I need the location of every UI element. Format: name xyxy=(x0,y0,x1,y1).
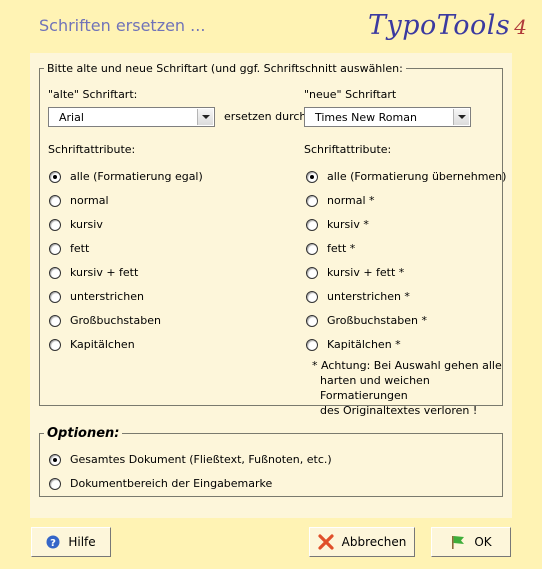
old-font-dropdown-arrow-icon[interactable] xyxy=(197,109,213,125)
radio-label: unterstrichen * xyxy=(327,290,410,303)
radio-button-icon[interactable] xyxy=(306,194,318,207)
help-button[interactable]: ? Hilfe xyxy=(31,527,111,557)
old-font-combobox[interactable]: Arial xyxy=(48,107,215,127)
help-icon: ? xyxy=(46,535,60,549)
new-font-combobox[interactable]: Times New Roman xyxy=(304,107,471,127)
radio-label: Dokumentbereich der Eingabemarke xyxy=(70,477,273,490)
radio-label: Gesamtes Dokument (Fließtext, Fußnoten, … xyxy=(70,453,332,466)
radio-label: Großbuchstaben xyxy=(70,314,161,327)
radio-option[interactable]: kursiv * xyxy=(306,218,369,231)
radio-label: normal xyxy=(70,194,109,207)
radio-option[interactable]: kursiv xyxy=(49,218,103,231)
radio-label: kursiv + fett xyxy=(70,266,139,279)
radio-button-icon[interactable] xyxy=(49,477,61,490)
radio-option[interactable]: normal xyxy=(49,194,109,207)
radio-option[interactable]: alle (Formatierung egal) xyxy=(49,170,203,183)
radio-button-icon[interactable] xyxy=(49,242,61,255)
old-font-label: "alte" Schriftart: xyxy=(48,88,138,101)
radio-button-icon[interactable] xyxy=(49,453,61,466)
replace-with-label: ersetzen durch xyxy=(224,110,307,123)
new-font-value[interactable]: Times New Roman xyxy=(315,111,417,124)
radio-option[interactable]: unterstrichen * xyxy=(306,290,410,303)
cancel-x-icon xyxy=(318,534,334,550)
ok-button[interactable]: OK xyxy=(431,527,511,557)
font-group-legend: Bitte alte und neue Schriftart (und ggf.… xyxy=(47,62,403,75)
radio-option[interactable]: kursiv + fett xyxy=(49,266,138,279)
radio-button-icon[interactable] xyxy=(49,290,61,303)
radio-option[interactable]: fett xyxy=(49,242,89,255)
options-group-legend: Optionen: xyxy=(47,426,120,441)
radio-button-icon[interactable] xyxy=(306,242,318,255)
ok-label: OK xyxy=(474,535,492,549)
radio-label: kursiv * xyxy=(327,218,369,231)
radio-label: alle (Formatierung übernehmen) xyxy=(327,170,507,183)
dialog-title: Schriften ersetzen ... xyxy=(39,16,206,35)
radio-label: fett xyxy=(70,242,90,255)
attributes-label-right: Schriftattribute: xyxy=(304,143,392,156)
radio-button-icon[interactable] xyxy=(306,266,318,279)
radio-label: fett * xyxy=(327,242,356,255)
logo-version: 4 xyxy=(514,15,528,39)
radio-button-icon[interactable] xyxy=(49,194,61,207)
radio-label: kursiv xyxy=(70,218,103,231)
radio-option[interactable]: kursiv + fett * xyxy=(306,266,404,279)
cancel-label: Abbrechen xyxy=(341,535,407,549)
radio-button-icon[interactable] xyxy=(49,338,61,351)
radio-label: unterstrichen xyxy=(70,290,144,303)
radio-button-icon[interactable] xyxy=(306,290,318,303)
new-font-dropdown-arrow-icon[interactable] xyxy=(453,109,469,125)
radio-label: Kapitälchen * xyxy=(327,338,401,351)
warning-note: * Achtung: Bei Auswahl gehen alle harten… xyxy=(312,358,512,418)
note-line: * Achtung: Bei Auswahl gehen alle xyxy=(312,359,502,372)
radio-button-icon[interactable] xyxy=(49,266,61,279)
attributes-label-left: Schriftattribute: xyxy=(48,143,136,156)
radio-option[interactable]: normal * xyxy=(306,194,375,207)
radio-option[interactable]: Großbuchstaben * xyxy=(306,314,427,327)
radio-label: Großbuchstaben * xyxy=(327,314,427,327)
svg-text:?: ? xyxy=(50,538,56,549)
radio-option[interactable]: Kapitälchen xyxy=(49,338,135,351)
main-panel: Bitte alte und neue Schriftart (und ggf.… xyxy=(30,53,512,518)
radio-button-icon[interactable] xyxy=(306,170,318,183)
radio-option[interactable]: alle (Formatierung übernehmen) xyxy=(306,170,506,183)
radio-option[interactable]: Großbuchstaben xyxy=(49,314,161,327)
cancel-button[interactable]: Abbrechen xyxy=(309,527,415,557)
radio-option[interactable]: unterstrichen xyxy=(49,290,144,303)
typotools-logo: TypoTools 4 xyxy=(368,10,527,41)
radio-button-icon[interactable] xyxy=(306,218,318,231)
radio-label: alle (Formatierung egal) xyxy=(70,170,203,183)
radio-option[interactable]: fett * xyxy=(306,242,355,255)
note-line: harten und weichen Formatierungen xyxy=(320,374,430,402)
radio-label: kursiv + fett * xyxy=(327,266,405,279)
help-label: Hilfe xyxy=(68,535,96,549)
radio-option[interactable]: Gesamtes Dokument (Fließtext, Fußnoten, … xyxy=(49,453,332,466)
old-font-value[interactable]: Arial xyxy=(59,111,84,124)
radio-button-icon[interactable] xyxy=(306,338,318,351)
new-font-label: "neue" Schriftart xyxy=(304,88,397,101)
logo-text: TypoTools xyxy=(368,10,511,41)
radio-option[interactable]: Kapitälchen * xyxy=(306,338,401,351)
radio-button-icon[interactable] xyxy=(306,314,318,327)
radio-label: Kapitälchen xyxy=(70,338,135,351)
radio-button-icon[interactable] xyxy=(49,314,61,327)
radio-button-icon[interactable] xyxy=(49,170,61,183)
radio-button-icon[interactable] xyxy=(49,218,61,231)
note-line: des Originaltextes verloren ! xyxy=(320,404,478,417)
radio-label: normal * xyxy=(327,194,375,207)
green-flag-icon xyxy=(452,536,465,549)
radio-option[interactable]: Dokumentbereich der Eingabemarke xyxy=(49,477,272,490)
